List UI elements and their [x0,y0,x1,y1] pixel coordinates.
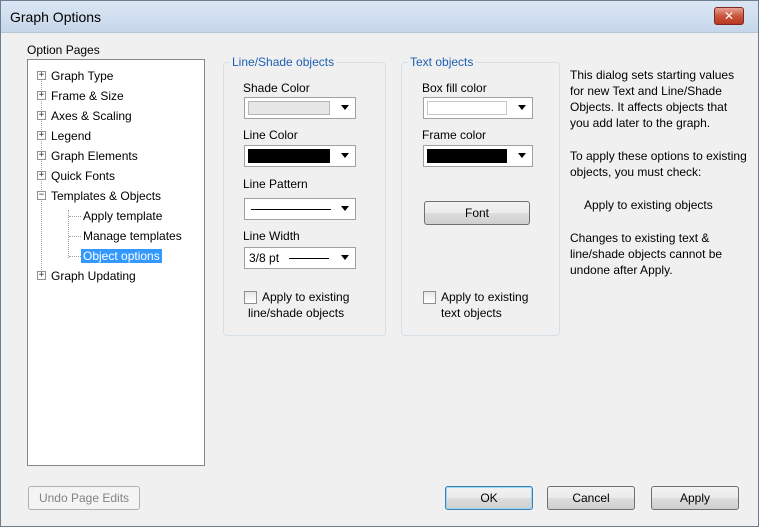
line-pattern-sample [251,209,331,210]
shade-color-label: Shade Color [243,81,310,95]
line-width-label: Line Width [243,229,300,243]
tree-item-label: Graph Elements [51,149,138,163]
tree-guide-line [69,216,81,217]
tree-item-label: Templates & Objects [51,189,162,203]
expand-icon[interactable]: + [37,271,46,280]
apply-existing-text-checkbox[interactable] [423,291,436,304]
help-paragraph: To apply these options to existing objec… [570,149,747,179]
collapse-icon[interactable]: − [37,191,46,200]
ok-button[interactable]: OK [445,486,533,510]
line-color-swatch [248,149,330,163]
tree-item-label: Axes & Scaling [51,109,132,123]
box-fill-color-label: Box fill color [422,81,487,95]
help-text: This dialog sets starting values for new… [570,67,748,295]
chevron-down-icon [341,255,349,260]
tree-item-label: Object options [81,249,162,263]
box-fill-color-swatch [427,101,507,115]
font-button[interactable]: Font [424,201,530,225]
apply-existing-text-label-2: text objects [441,306,502,320]
box-fill-color-dropdown[interactable] [423,97,533,119]
frame-color-swatch [427,149,507,163]
tree-item-label: Graph Type [51,69,114,83]
text-objects-group-title: Text objects [408,55,476,69]
close-icon: ✕ [723,9,735,23]
graph-options-dialog: Graph Options ✕ Option Pages + Graph Typ… [0,0,759,527]
expand-icon[interactable]: + [37,171,46,180]
chevron-down-icon [341,105,349,110]
expand-icon[interactable]: + [37,151,46,160]
shade-color-swatch [248,101,330,115]
apply-existing-text-label-1: Apply to existing [441,290,529,304]
undo-page-edits-button[interactable]: Undo Page Edits [28,486,140,510]
chevron-down-icon [341,153,349,158]
frame-color-label: Frame color [422,128,487,142]
tree-item-label: Manage templates [83,229,182,243]
close-button[interactable]: ✕ [714,7,744,25]
cancel-button[interactable]: Cancel [547,486,635,510]
chevron-down-icon [341,206,349,211]
line-shade-group-title: Line/Shade objects [230,55,337,69]
chevron-down-icon [518,153,526,158]
expand-icon[interactable]: + [37,111,46,120]
chevron-down-icon [518,105,526,110]
help-paragraph: Changes to existing text & line/shade ob… [570,231,723,277]
line-width-sample [289,258,329,259]
apply-existing-line-shade-checkbox[interactable] [244,291,257,304]
tree-item-label: Legend [51,129,92,143]
shade-color-dropdown[interactable] [244,97,356,119]
tree-item-manage-templates[interactable]: Manage templates [83,227,182,245]
option-pages-tree[interactable]: + Graph Type + Frame & Size + Axes & Sca… [27,59,205,466]
line-pattern-dropdown[interactable] [244,198,356,220]
tree-guide-line [68,210,69,258]
line-color-label: Line Color [243,128,298,142]
frame-color-dropdown[interactable] [423,145,533,167]
tree-item-apply-template[interactable]: Apply template [83,207,162,225]
tree-item-object-options[interactable]: Object options [81,247,162,265]
help-paragraph: Apply to existing objects [584,198,713,212]
apply-existing-line-shade-label-2: line/shade objects [248,306,345,320]
expand-icon[interactable]: + [37,131,46,140]
tree-item-label: Graph Updating [51,269,136,283]
line-color-dropdown[interactable] [244,145,356,167]
apply-existing-line-shade-label-1: Apply to existing [262,290,350,304]
title-bar[interactable]: Graph Options ✕ [1,1,758,33]
tree-guide-line [69,236,81,237]
apply-button[interactable]: Apply [651,486,739,510]
tree-item-label: Apply template [83,209,163,223]
expand-icon[interactable]: + [37,91,46,100]
line-width-value: 3/8 pt [249,251,280,265]
line-width-dropdown[interactable]: 3/8 pt [244,247,356,269]
window-title: Graph Options [10,9,102,25]
tree-guide-line [69,256,81,257]
tree-item-label: Quick Fonts [51,169,116,183]
expand-icon[interactable]: + [37,71,46,80]
help-paragraph: This dialog sets starting values for new… [570,68,735,130]
line-pattern-label: Line Pattern [243,177,308,191]
tree-item-label: Frame & Size [51,89,124,103]
option-pages-label: Option Pages [27,43,100,57]
